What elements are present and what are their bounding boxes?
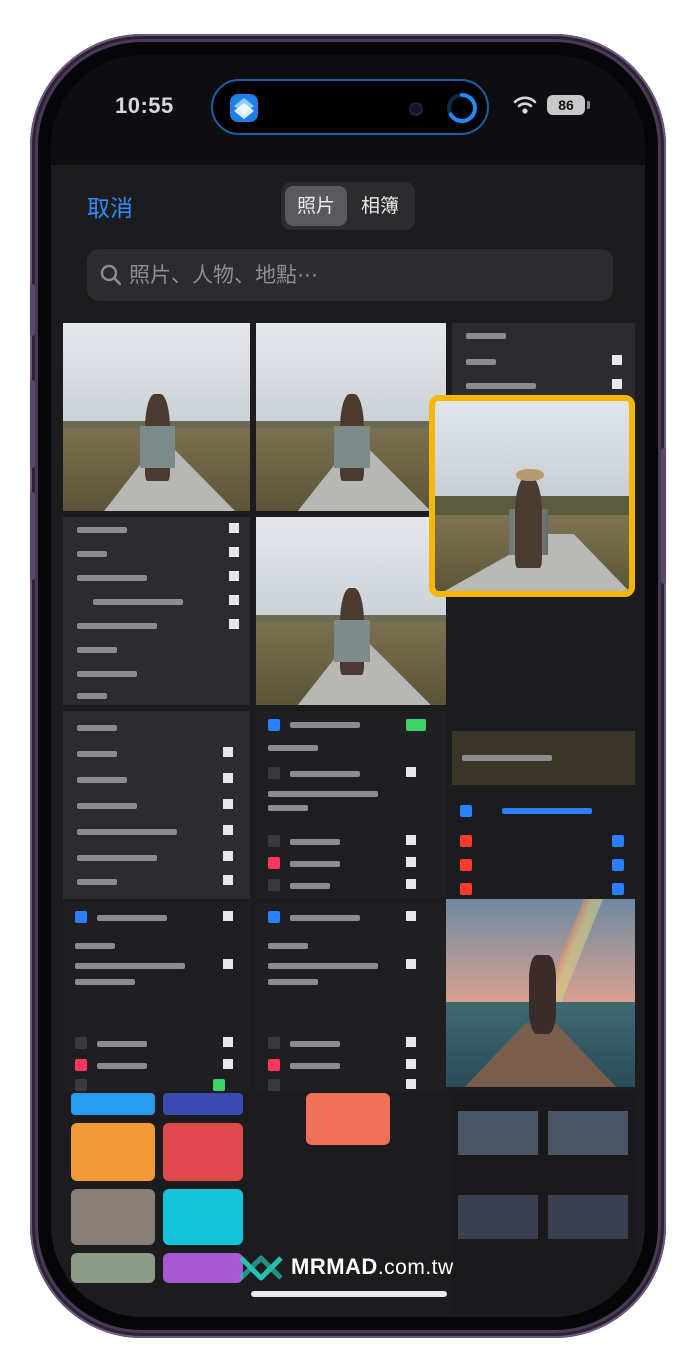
- screen: 10:55 86 取消 照片 相簿 照片、人物、地點⋯ MRMAD.com.tw: [51, 55, 645, 1317]
- battery-indicator: 86: [547, 95, 585, 115]
- screenshot-thumbnail[interactable]: [63, 903, 250, 1091]
- battery-tip: [587, 101, 590, 109]
- screenshot-thumbnail[interactable]: [63, 1093, 250, 1317]
- selected-photo-thumbnail[interactable]: [429, 395, 635, 597]
- screenshot-thumbnail[interactable]: [452, 1091, 635, 1317]
- volume-up-button: [30, 380, 35, 468]
- screenshot-thumbnail[interactable]: [256, 903, 446, 1091]
- screenshot-thumbnail[interactable]: [63, 711, 250, 899]
- watermark-suffix: .com.tw: [377, 1256, 454, 1279]
- tab-photos[interactable]: 照片: [285, 186, 347, 226]
- screenshot-thumbnail[interactable]: [63, 517, 250, 705]
- photos-albums-segmented-control: 照片 相簿: [281, 182, 415, 230]
- screenshot-thumbnail[interactable]: [452, 711, 635, 899]
- watermark-text: MRMAD.com.tw: [291, 1254, 454, 1280]
- photo-picker-sheet: 取消 照片 相簿: [63, 165, 635, 1317]
- search-icon: [100, 264, 122, 286]
- wifi-icon: [513, 96, 537, 114]
- photo-thumbnail[interactable]: [63, 323, 250, 511]
- status-time: 10:55: [115, 93, 174, 118]
- volume-down-button: [30, 492, 35, 580]
- cancel-button[interactable]: 取消: [87, 189, 133, 223]
- search-bar[interactable]: [87, 249, 613, 301]
- watermark: MRMAD.com.tw: [239, 1248, 479, 1288]
- shortcuts-icon: [230, 94, 258, 122]
- action-button: [30, 284, 35, 336]
- photo-thumbnail[interactable]: [256, 517, 446, 705]
- front-camera: [409, 102, 423, 116]
- tab-albums[interactable]: 相簿: [349, 186, 411, 226]
- photo-thumbnail[interactable]: [446, 899, 635, 1087]
- photo-thumbnail[interactable]: [256, 323, 446, 511]
- power-button: [661, 448, 666, 584]
- watermark-brand: MRMAD: [291, 1254, 378, 1279]
- screenshot-thumbnail[interactable]: [256, 711, 446, 899]
- home-indicator[interactable]: [251, 1291, 447, 1297]
- mrmad-logo-icon: [239, 1255, 283, 1281]
- progress-ring-icon: [447, 93, 477, 123]
- search-input[interactable]: [129, 249, 599, 301]
- dynamic-island[interactable]: [211, 79, 489, 135]
